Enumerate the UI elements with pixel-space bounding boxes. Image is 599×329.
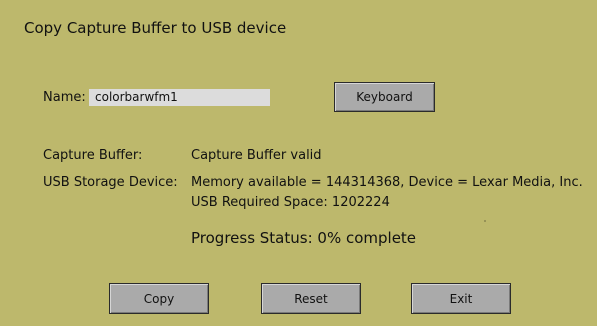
- copy-button[interactable]: Copy: [109, 283, 209, 314]
- usb-required-space: USB Required Space: 1202224: [191, 195, 390, 210]
- usb-device-label: USB Storage Device:: [43, 175, 178, 190]
- reset-button[interactable]: Reset: [261, 283, 361, 314]
- progress-status: Progress Status: 0% complete: [191, 229, 417, 247]
- dialog-title: Copy Capture Buffer to USB device: [24, 19, 287, 37]
- screen-speck: [484, 220, 486, 222]
- name-input[interactable]: [89, 89, 270, 106]
- name-label: Name:: [43, 90, 86, 105]
- exit-button[interactable]: Exit: [411, 283, 511, 314]
- usb-device-info: Memory available = 144314368, Device = L…: [191, 175, 583, 190]
- capture-buffer-status: Capture Buffer valid: [191, 148, 322, 163]
- keyboard-button[interactable]: Keyboard: [334, 82, 435, 112]
- copy-dialog: Copy Capture Buffer to USB device Name: …: [0, 0, 599, 329]
- capture-buffer-label: Capture Buffer:: [43, 148, 143, 163]
